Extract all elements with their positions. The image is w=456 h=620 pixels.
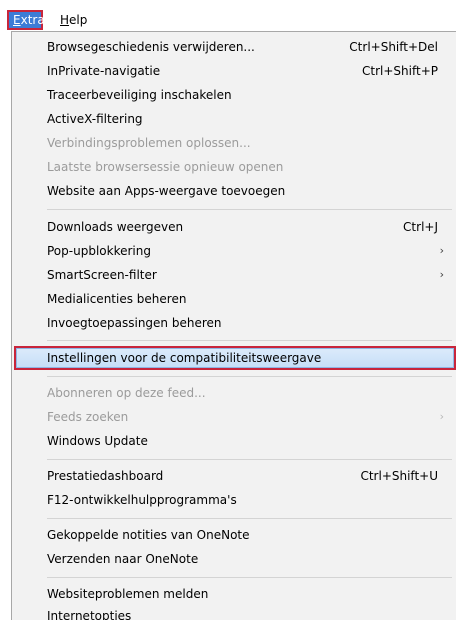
menu-item-label: Traceerbeveiliging inschakelen xyxy=(47,88,232,102)
menu-separator xyxy=(47,518,452,519)
menu-item-f12-ontwikkelhulpprogrammas[interactable]: F12-ontwikkelhulpprogramma's xyxy=(12,488,456,512)
menu-item-shortcut: Ctrl+Shift+P xyxy=(362,64,438,78)
menu-item-label: SmartScreen-filter xyxy=(47,268,157,282)
menu-item-verzenden-naar-onenote[interactable]: Verzenden naar OneNote xyxy=(12,547,456,571)
menu-item-websiteproblemen-melden[interactable]: Websiteproblemen melden xyxy=(12,582,456,606)
menu-item-compatibiliteitsweergave[interactable]: Instellingen voor de compatibiliteitswee… xyxy=(14,346,456,370)
menu-item-smartscreen-filter[interactable]: SmartScreen-filter › xyxy=(12,263,456,287)
menu-help-label: elp xyxy=(69,13,88,27)
menu-item-label: Abonneren op deze feed... xyxy=(47,386,206,400)
menu-item-label: Browsegeschiedenis verwijderen... xyxy=(47,40,255,54)
menu-item-label: Laatste browsersessie opnieuw openen xyxy=(47,160,284,174)
menu-separator xyxy=(47,459,452,460)
menu-item-label: ActiveX-filtering xyxy=(47,112,143,126)
menu-extra[interactable]: Extra xyxy=(7,10,45,30)
menu-item-label: Websiteproblemen melden xyxy=(47,587,209,601)
menu-item-label: Invoegtoepassingen beheren xyxy=(47,316,222,330)
menu-separator xyxy=(47,209,452,210)
menu-item-traceerbeveiliging[interactable]: Traceerbeveiliging inschakelen xyxy=(12,83,456,107)
menu-item-prestatiedashboard[interactable]: Prestatiedashboard Ctrl+Shift+U xyxy=(12,464,456,488)
menu-item-shortcut: Ctrl+J xyxy=(403,220,438,234)
menu-item-downloads-weergeven[interactable]: Downloads weergeven Ctrl+J xyxy=(12,215,456,239)
menu-extra-label: xtra xyxy=(20,13,45,27)
menu-item-label: Gekoppelde notities van OneNote xyxy=(47,528,250,542)
menu-item-label: Pop-upblokkering xyxy=(47,244,151,258)
menu-extra-mnemonic: E xyxy=(13,13,21,27)
menu-separator xyxy=(47,340,452,341)
menu-item-feeds-zoeken: Feeds zoeken › xyxy=(12,405,456,429)
menu-item-label: Verbindingsproblemen oplossen... xyxy=(47,136,251,150)
menu-item-browsegeschiedenis-verwijderen[interactable]: Browsegeschiedenis verwijderen... Ctrl+S… xyxy=(12,35,456,59)
screenshot: Extra Help Browsegeschiedenis verwijdere… xyxy=(0,0,456,620)
menu-item-verbindingsproblemen-oplossen: Verbindingsproblemen oplossen... xyxy=(12,131,456,155)
menu-item-website-apps-weergave[interactable]: Website aan Apps-weergave toevoegen xyxy=(12,179,456,203)
menu-item-label: Instellingen voor de compatibiliteitswee… xyxy=(47,351,322,365)
menu-item-abonneren-feed: Abonneren op deze feed... xyxy=(12,381,456,405)
menu-bar: Extra Help xyxy=(0,0,456,30)
menu-item-laatste-browsersessie: Laatste browsersessie opnieuw openen xyxy=(12,155,456,179)
menu-item-label: Prestatiedashboard xyxy=(47,469,164,483)
menu-item-shortcut: Ctrl+Shift+U xyxy=(360,469,438,483)
menu-item-activex-filtering[interactable]: ActiveX-filtering xyxy=(12,107,456,131)
menu-item-label: Medialicenties beheren xyxy=(47,292,187,306)
menu-item-inprivate-navigatie[interactable]: InPrivate-navigatie Ctrl+Shift+P xyxy=(12,59,456,83)
menu-item-invoegtoepassingen-beheren[interactable]: Invoegtoepassingen beheren xyxy=(12,311,456,335)
menu-item-label: Downloads weergeven xyxy=(47,220,184,234)
menu-item-label: Windows Update xyxy=(47,434,148,448)
menu-separator xyxy=(47,376,452,377)
menu-item-label: Feeds zoeken xyxy=(47,410,129,424)
menu-item-label: F12-ontwikkelhulpprogramma's xyxy=(47,493,237,507)
menu-item-label: Verzenden naar OneNote xyxy=(47,552,199,566)
menu-item-label: InPrivate-navigatie xyxy=(47,64,161,78)
chevron-right-icon: › xyxy=(439,268,444,281)
menu-item-label: Website aan Apps-weergave toevoegen xyxy=(47,184,286,198)
menu-item-windows-update[interactable]: Windows Update xyxy=(12,429,456,453)
chevron-right-icon: › xyxy=(439,410,444,423)
menu-item-medialicenties-beheren[interactable]: Medialicenties beheren xyxy=(12,287,456,311)
menu-item-label: Internetopties xyxy=(47,609,132,620)
extra-dropdown-menu: Browsegeschiedenis verwijderen... Ctrl+S… xyxy=(11,31,456,620)
menu-item-pop-upblokkering[interactable]: Pop-upblokkering › xyxy=(12,239,456,263)
menu-help[interactable]: Help xyxy=(60,10,100,30)
menu-item-gekoppelde-notities-onenote[interactable]: Gekoppelde notities van OneNote xyxy=(12,523,456,547)
menu-help-mnemonic: H xyxy=(60,13,70,27)
menu-item-internetopties[interactable]: Internetopties xyxy=(12,604,456,620)
chevron-right-icon: › xyxy=(439,244,444,257)
menu-item-shortcut: Ctrl+Shift+Del xyxy=(349,40,438,54)
menu-separator xyxy=(47,577,452,578)
